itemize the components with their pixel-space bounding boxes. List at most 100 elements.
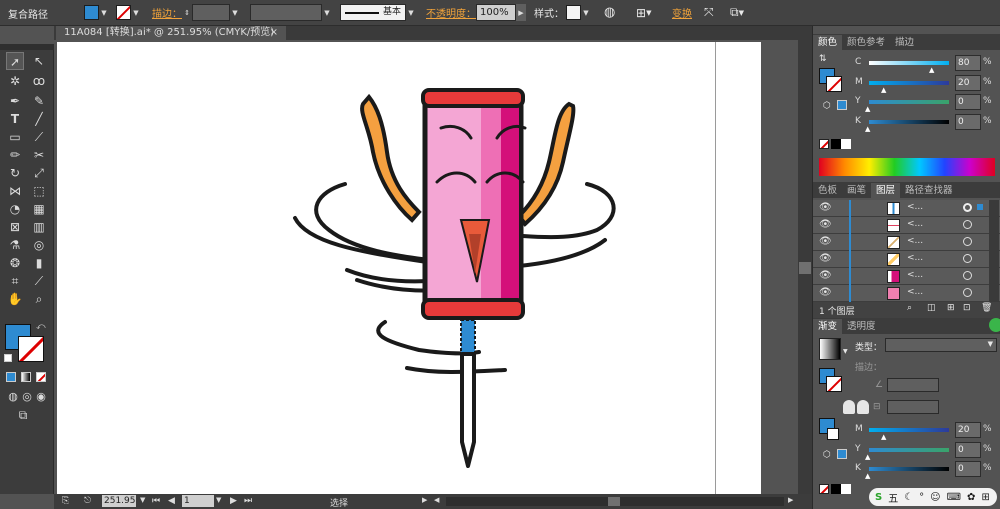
yellow-value-field[interactable]: 0 [955,94,981,110]
slider-black[interactable]: K ▲ 0 % [813,114,1000,133]
layers-scrollbar[interactable] [989,200,999,302]
blend-tool-icon[interactable]: ◎ [30,236,48,254]
default-colors-icon[interactable] [4,354,12,362]
new-layer-icon[interactable]: ⊡ [963,303,971,313]
layer-name[interactable]: <... [907,202,923,212]
locate-object-icon[interactable]: ⌕ [907,303,912,313]
close-tab-icon[interactable]: × [270,26,278,40]
color-mode-icon[interactable] [6,372,16,382]
gradient-stroke-box[interactable] [826,376,842,392]
perspective-grid-tool-icon[interactable]: ▦ [30,200,48,218]
tab-color-guide[interactable]: 颜色参考 [842,35,890,50]
layer-row[interactable]: 👁 <... [813,285,1000,302]
none-mode-icon[interactable] [36,372,46,382]
gradient-black-thumb-icon[interactable]: ▲ [865,472,870,480]
vertical-scrollbar-thumb[interactable] [799,262,811,274]
rectangle-tool-icon[interactable]: ▭ [6,128,24,146]
magenta-track[interactable] [869,81,949,85]
chevron-down-icon[interactable]: ▼ [843,348,848,355]
white-swatch[interactable] [841,484,851,494]
visibility-eye-icon[interactable]: 👁 [819,287,832,298]
layer-name[interactable]: <... [907,219,923,229]
column-graph-tool-icon[interactable]: ▮ [30,254,48,272]
tab-transparency[interactable]: 透明度 [842,319,881,334]
shape-builder-tool-icon[interactable]: ◔ [6,200,24,218]
variable-width-select[interactable]: ▼ [250,4,332,21]
layer-row[interactable]: 👁 <... [813,251,1000,268]
mesh-tool-icon[interactable]: ⊠ [6,218,24,236]
status-nav-icon[interactable]: ⎘ [62,496,69,506]
stroke-label[interactable]: 描边： [152,4,182,21]
recolor-icon[interactable]: ◍ [604,4,615,21]
cyan-value-field[interactable]: 80 [955,55,981,71]
black-thumb-icon[interactable]: ▲ [865,125,870,133]
gradient-yellow-thumb-icon[interactable]: ▲ [865,453,870,461]
lasso-tool-icon[interactable]: ꝏ [30,72,48,90]
ime-mode-label[interactable]: 五 [888,490,898,505]
gradient-type-select[interactable]: ▼ [885,338,997,352]
ime-keyboard-icon[interactable]: ⌨ [947,492,961,503]
target-icon[interactable] [963,220,972,229]
gradient-slider-black[interactable]: K ▲ 0 % [813,461,1000,480]
opacity-control[interactable]: 100% ▶ [476,4,526,21]
scroll-left-icon[interactable]: ◀ [434,496,439,504]
ime-moon-icon[interactable]: ☾ [904,492,913,503]
menu-icon[interactable]: ⧉ ▼ [730,4,744,21]
ime-logo-icon[interactable]: S [875,492,882,503]
tools-panel-grip[interactable] [0,44,54,50]
target-icon[interactable] [963,271,972,280]
layer-row[interactable]: 👁 <... [813,268,1000,285]
gradient-magenta-track[interactable] [869,428,949,432]
layer-name[interactable]: <... [907,287,923,297]
magenta-value-field[interactable]: 20 [955,75,981,91]
cyan-thumb-icon[interactable]: ▲ [929,66,934,74]
make-clipping-mask-icon[interactable]: ◫ [927,303,936,313]
tab-gradient[interactable]: 渐变 [813,319,843,334]
black-swatch[interactable] [831,484,841,494]
stroke-swatch[interactable]: ▼ [116,4,141,21]
target-icon[interactable] [963,288,972,297]
gradient-tool-icon[interactable]: ▥ [30,218,48,236]
symbol-sprayer-tool-icon[interactable]: ❂ [6,254,24,272]
slider-magenta[interactable]: M ▲ 20 % [813,75,1000,94]
pencil-tool-icon[interactable]: ✏ [6,146,24,164]
scroll-right-icon[interactable]: ▶ [788,496,793,504]
status-export-icon[interactable]: ⎋ [84,496,91,506]
transform-icon[interactable]: ⤧ [704,4,714,21]
brush-definition-field[interactable]: 基本 [340,4,406,21]
gradient-yellow-track[interactable] [869,448,949,452]
target-icon[interactable] [963,254,972,263]
artwork-screwdriver-character[interactable] [57,42,761,494]
gradient-angle-field[interactable] [887,378,939,392]
target-icon[interactable] [963,203,972,212]
fill-swatch[interactable]: ▼ [84,4,109,21]
ime-skin-icon[interactable]: ✿ [967,492,975,503]
artboard[interactable] [57,42,761,494]
out-of-gamut-icon[interactable]: ⬡ [823,450,831,460]
gradient-stop-icon[interactable] [857,400,869,414]
slider-cyan[interactable]: C ▲ 80 % [813,55,1000,74]
ime-punctuation-icon[interactable]: ° [919,492,924,503]
gradient-slider-magenta[interactable]: M ▲ 20 % [813,422,1000,441]
pen-tool-icon[interactable]: ✒ [6,92,24,110]
visibility-eye-icon[interactable]: 👁 [819,270,832,281]
yellow-thumb-icon[interactable]: ▲ [865,105,870,113]
paintbrush-tool-icon[interactable]: ⟋ [30,128,48,146]
type-tool-icon[interactable]: T [6,110,24,128]
line-tool-icon[interactable]: ╱ [30,110,48,128]
gradient-aspect-field[interactable] [887,400,939,414]
transform-link[interactable]: 变换 [672,4,692,21]
magenta-thumb-icon[interactable]: ▲ [881,86,886,94]
document-tab[interactable]: 11A084 [转换].ai* @ 251.95% (CMYK/预览) × [56,26,286,40]
visibility-eye-icon[interactable]: 👁 [819,219,832,230]
magic-wand-tool-icon[interactable]: ✲ [6,72,24,90]
layer-row[interactable]: 👁 <... [813,217,1000,234]
visibility-eye-icon[interactable]: 👁 [819,253,832,264]
visibility-eye-icon[interactable]: 👁 [819,202,832,213]
chevron-down-icon[interactable]: ▼ [140,496,145,504]
layer-name[interactable]: <... [907,270,923,280]
tab-layers[interactable]: 图层 [871,183,901,198]
last-artboard-icon[interactable]: ⏭ [244,496,252,506]
gradient-preview[interactable] [819,338,841,360]
chevron-down-icon[interactable]: ▼ [216,496,221,504]
